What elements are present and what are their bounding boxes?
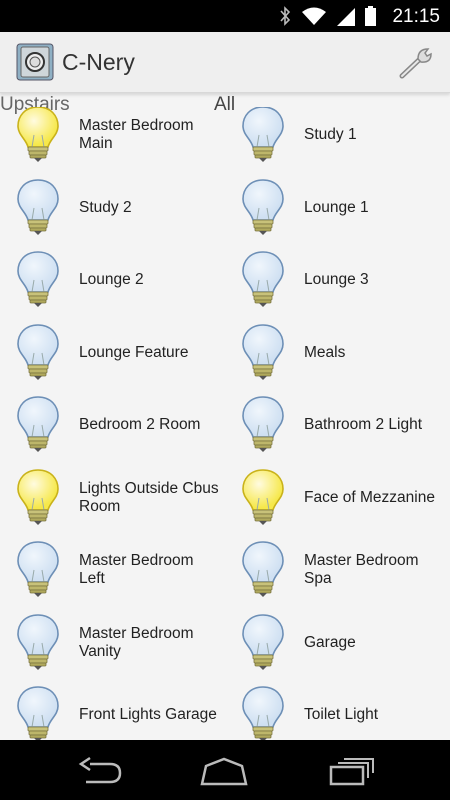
light-item[interactable]: Lounge 2: [0, 244, 225, 316]
light-item[interactable]: Lights Outside Cbus Room: [0, 462, 225, 534]
bulb-off-icon: [242, 323, 284, 380]
status-time: 21:15: [392, 6, 440, 27]
bulb-on-icon: [17, 468, 59, 525]
light-label: Bathroom 2 Light: [304, 416, 423, 433]
light-label: Study 2: [79, 198, 132, 216]
light-label: Lights Outside Cbus Room: [79, 479, 219, 515]
light-item[interactable]: Bathroom 2 Light: [225, 389, 450, 461]
app-logo-icon[interactable]: [16, 43, 54, 81]
wrench-icon[interactable]: [398, 46, 436, 80]
light-label: Lounge 1: [304, 198, 369, 216]
bulb-off-icon: [17, 613, 59, 670]
battery-icon: [365, 6, 376, 26]
light-label: Master Bedroom Spa: [304, 552, 419, 587]
bluetooth-icon: [280, 6, 291, 26]
status-bar: 21:15: [0, 0, 450, 32]
app-title: C-Nery: [62, 49, 135, 75]
light-label: Bedroom 2 Room: [79, 416, 201, 433]
light-label: Meals: [304, 343, 346, 361]
light-item[interactable]: Lounge 3: [225, 244, 450, 316]
bulb-off-icon: [242, 251, 284, 307]
light-item[interactable]: Garage: [225, 607, 450, 679]
bulb-off-icon: [17, 686, 59, 740]
light-item[interactable]: Lounge 1: [225, 172, 450, 244]
light-item[interactable]: Study 1: [225, 107, 450, 171]
lights-grid: Master Bedroom Main Study 1 Study 2 Lounge …: [0, 107, 450, 740]
recent-apps-icon[interactable]: [328, 756, 376, 786]
light-label: Master Bedroom Vanity: [79, 624, 194, 660]
wifi-icon: [302, 7, 326, 25]
light-item[interactable]: Lounge Feature: [0, 317, 225, 389]
light-label: Lounge Feature: [79, 343, 189, 361]
light-label: Master Bedroom Main: [79, 117, 194, 152]
bulb-on-icon: [242, 468, 284, 525]
light-label: Lounge 3: [304, 271, 369, 288]
bulb-off-icon: [242, 178, 284, 235]
bulb-off-icon: [17, 178, 59, 235]
light-item[interactable]: Front Lights Garage: [0, 679, 225, 740]
bulb-off-icon: [17, 323, 59, 380]
bulb-off-icon: [242, 613, 284, 670]
light-item[interactable]: Master Bedroom Spa: [225, 534, 450, 606]
light-label: Master Bedroom Left: [79, 552, 194, 587]
light-label: Face of Mezzanine: [304, 488, 435, 506]
signal-icon: [337, 8, 355, 26]
light-item[interactable]: Study 2: [0, 172, 225, 244]
light-label: Study 1: [304, 126, 357, 143]
back-icon[interactable]: [76, 756, 124, 786]
navigation-bar: [0, 740, 450, 800]
light-label: Front Lights Garage: [79, 706, 217, 723]
light-item[interactable]: Meals: [225, 317, 450, 389]
light-label: Garage: [304, 633, 356, 651]
light-item[interactable]: Master Bedroom Vanity: [0, 607, 225, 679]
bulb-off-icon: [242, 396, 284, 452]
bulb-off-icon: [242, 541, 284, 597]
bulb-off-icon: [242, 686, 284, 740]
status-icons: [279, 6, 376, 26]
light-item[interactable]: Toilet Light: [225, 679, 450, 740]
action-bar: C-Nery: [0, 32, 450, 93]
bulb-off-icon: [242, 107, 284, 162]
light-label: Toilet Light: [304, 706, 379, 723]
bulb-off-icon: [17, 396, 59, 452]
bulb-on-icon: [17, 107, 59, 162]
light-item[interactable]: Master Bedroom Main: [0, 107, 225, 171]
light-item[interactable]: Master Bedroom Left: [0, 534, 225, 606]
bulb-off-icon: [17, 541, 59, 597]
light-item[interactable]: Face of Mezzanine: [225, 462, 450, 534]
light-label: Lounge 2: [79, 271, 144, 288]
light-item[interactable]: Bedroom 2 Room: [0, 389, 225, 461]
home-icon[interactable]: [200, 756, 248, 786]
bulb-off-icon: [17, 251, 59, 307]
